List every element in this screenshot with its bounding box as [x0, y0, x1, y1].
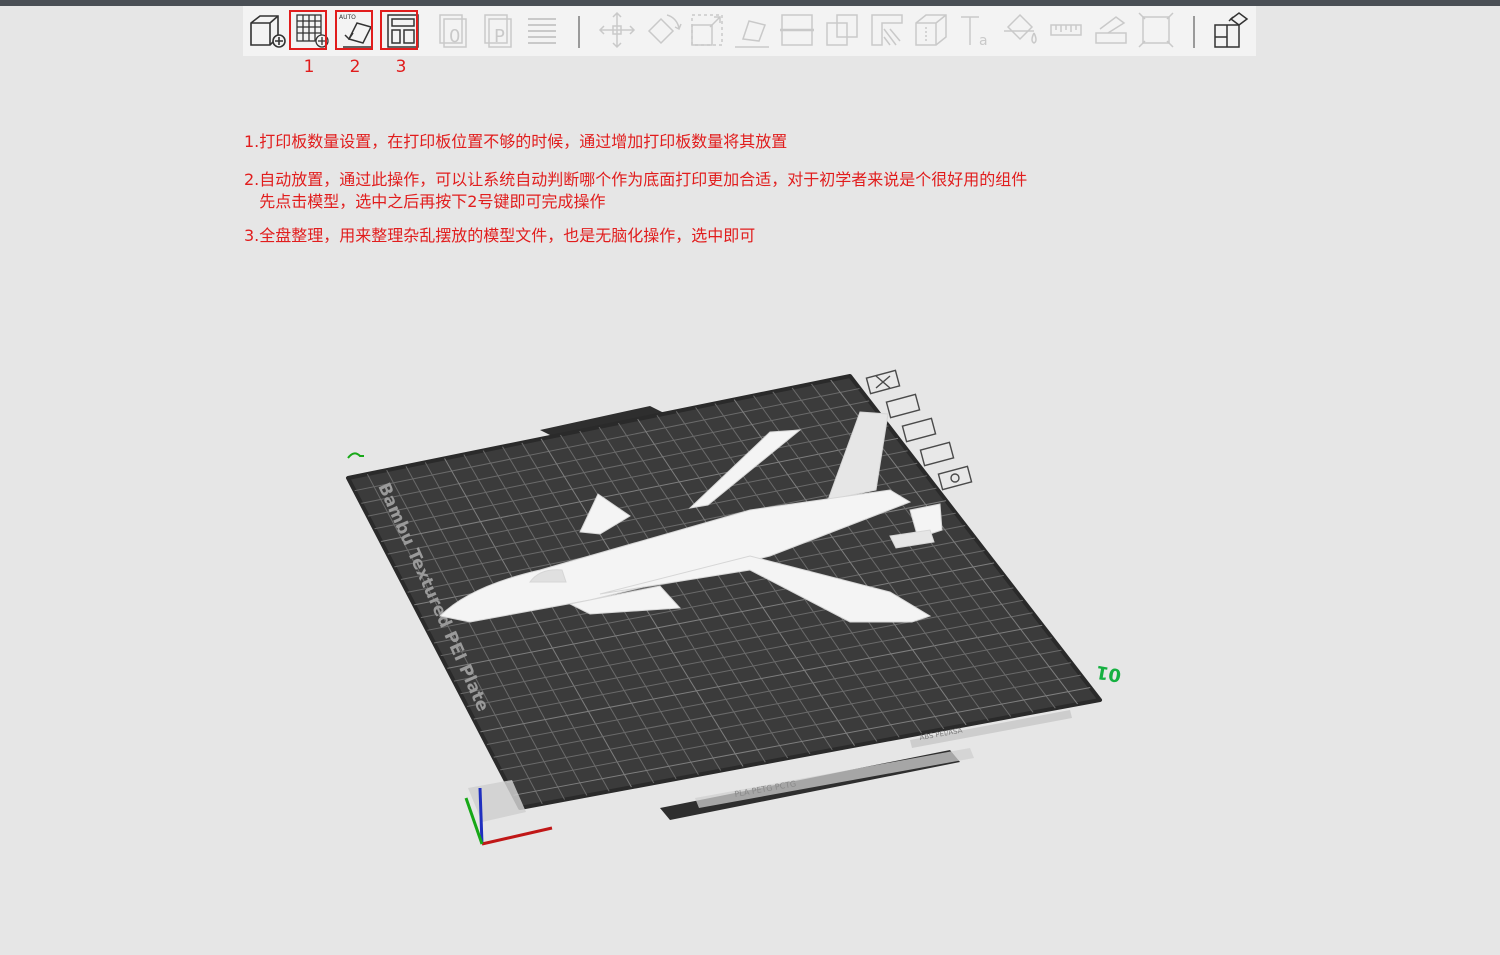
support-paint-icon[interactable]	[866, 9, 908, 51]
svg-text:P: P	[494, 26, 505, 47]
callout-number-3: 3	[395, 57, 407, 77]
toolbar-separator	[578, 16, 580, 48]
scale-icon[interactable]	[686, 9, 728, 51]
svg-text:a: a	[979, 33, 988, 49]
copy-icon[interactable]: 0	[434, 9, 476, 51]
assembly-icon[interactable]	[1090, 9, 1132, 51]
plate-index-label: 01	[1095, 661, 1123, 686]
layers-icon[interactable]	[522, 9, 564, 51]
rotate-icon[interactable]	[641, 9, 683, 51]
callout-number-1: 1	[303, 57, 315, 77]
measure-icon[interactable]	[1045, 9, 1087, 51]
svg-text:0: 0	[449, 26, 460, 47]
boolean-icon[interactable]	[821, 9, 863, 51]
plate-grid-add-icon[interactable]	[291, 9, 333, 51]
color-paint-icon[interactable]	[1000, 9, 1042, 51]
auto-orient-icon[interactable]: AUTO	[337, 9, 379, 51]
fit-view-icon[interactable]	[1135, 9, 1177, 51]
note-auto-orient: 2.自动放置，通过此操作，可以让系统自动判断哪个作为底面打印更加合适，对于初学者…	[244, 170, 1028, 189]
build-plate[interactable]	[346, 374, 1102, 810]
split-parts-icon[interactable]	[1209, 9, 1251, 51]
plate-arrange-icon[interactable]	[901, 417, 937, 443]
note-plate-count: 1.打印板数量设置，在打印板位置不够的时候，通过增加打印板数量将其放置	[244, 132, 788, 151]
toolbar-separator	[1193, 16, 1195, 48]
lay-on-face-icon[interactable]	[731, 9, 773, 51]
seam-paint-icon[interactable]	[910, 9, 952, 51]
arrange-icon[interactable]	[382, 9, 424, 51]
note-auto-orient-cont: 先点击模型，选中之后再按下2号键即可完成操作	[244, 192, 606, 211]
note-arrange: 3.全盘整理，用来整理杂乱摆放的模型文件，也是无脑化操作，选中即可	[244, 226, 756, 245]
x-axis	[481, 826, 553, 846]
svg-text:AUTO: AUTO	[339, 14, 356, 21]
callout-number-2: 2	[349, 57, 361, 77]
plate-settings-icon[interactable]	[937, 465, 973, 491]
plate-lock-icon[interactable]	[919, 441, 955, 467]
plate-orient-icon[interactable]	[885, 393, 921, 419]
add-object-icon[interactable]	[246, 9, 288, 51]
plate-green-mark	[347, 452, 364, 459]
move-icon[interactable]	[596, 9, 638, 51]
paste-icon[interactable]: P	[479, 9, 521, 51]
cut-icon[interactable]	[776, 9, 818, 51]
main-toolbar: AUTO 0 P a	[243, 6, 1256, 56]
build-plate-viewport[interactable]: Bambu Textured PEI Plate 01 PLA PETG PCT…	[330, 360, 1130, 864]
text-emboss-icon[interactable]: a	[955, 9, 997, 51]
